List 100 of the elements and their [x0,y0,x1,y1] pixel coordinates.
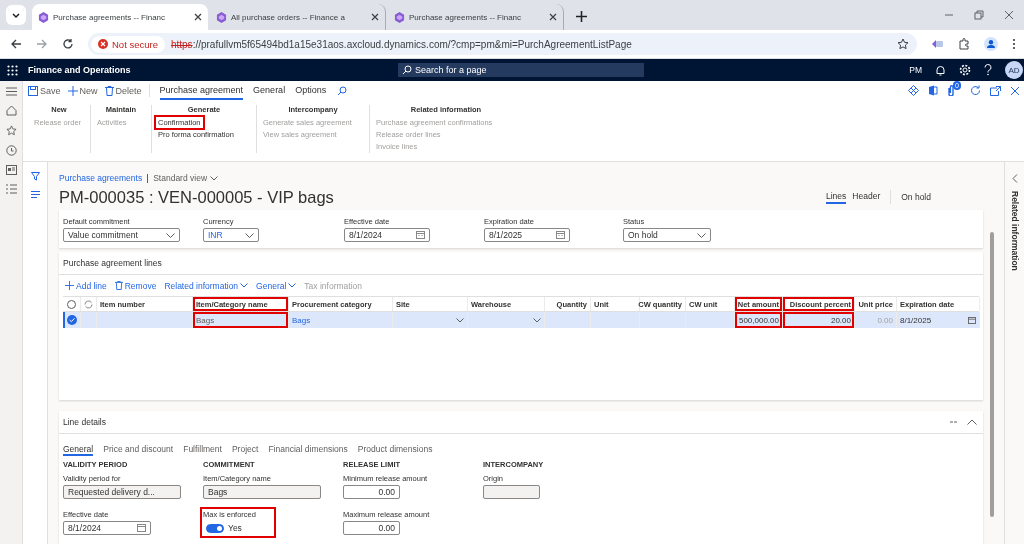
url-text: https://prafullvm5f65494bd1a15e31aos.axcloud.dynamics.com/?cmp=pm&mi=PurchAgreementListPage [170,38,632,50]
settings-icon[interactable] [959,64,971,76]
select-all-checkbox[interactable] [67,299,76,309]
notification-bell-icon[interactable] [935,64,946,76]
ribbon-tab[interactable]: Purchase agreement [159,81,244,100]
view-selector[interactable]: Standard view [153,173,219,183]
profile-icon[interactable] [984,37,998,51]
date-field[interactable]: 8/1/2024 [63,521,151,535]
close-icon[interactable] [371,13,379,21]
view-tab[interactable]: Lines [826,190,847,204]
calendar-icon[interactable] [968,316,976,324]
tab-title: All purchase orders -- Finance a [231,12,346,22]
chevron-down-icon[interactable] [533,317,541,323]
chevron-down-icon [166,232,175,238]
user-avatar[interactable]: AD [1005,61,1023,79]
toolbar-button[interactable]: Related information [164,280,249,291]
ribbon-tab[interactable]: General [253,81,286,100]
page-title: PM-000035 : VEN-000005 - VIP bags [59,187,334,207]
toolbar-button[interactable]: Add line [65,280,107,291]
detail-tab[interactable]: Price and discount [103,443,174,456]
new-tab-icon[interactable] [576,11,587,22]
number-field[interactable]: 0.00 [343,521,400,535]
tab-list-button[interactable] [6,5,26,25]
caret-icon [240,283,249,288]
read-only-field: Requested delivery d... [63,485,181,499]
toggle-switch[interactable] [206,523,224,533]
collapse-icon[interactable] [967,419,977,425]
close-icon[interactable] [549,13,557,21]
detail-tab[interactable]: Product dimensions [357,443,433,456]
side-panel-title[interactable]: Related information [1009,191,1020,271]
toggle-value: Yes [228,523,242,533]
diamond-icon[interactable] [908,85,919,96]
scrollbar-thumb[interactable] [990,232,994,517]
table-row[interactable]: Bags Bags 500,000.00 20.00 0.00 8/1/2025 [63,312,979,328]
lines-icon[interactable] [30,191,40,198]
calendar-icon [137,524,146,532]
app-launcher-icon[interactable] [7,64,18,76]
office-icon[interactable] [928,85,938,96]
detail-tab[interactable]: Project [231,443,259,456]
filter-icon[interactable] [30,172,40,181]
star-icon[interactable] [5,125,17,136]
number-field[interactable]: 0.00 [343,485,400,499]
breadcrumb-link[interactable]: Purchase agreements [59,173,143,183]
toolbar-button[interactable]: Save [28,85,61,96]
date-field[interactable]: 8/1/2024 [344,228,430,242]
toolbar-button[interactable]: Remove [114,280,157,291]
trash-icon [114,281,123,290]
dropdown-field[interactable]: Value commitment [63,228,180,242]
caret-icon [210,175,219,181]
ribbon-tab[interactable]: Options [295,81,327,100]
app-logo-icon [38,11,49,23]
date-field[interactable]: 8/1/2025 [484,228,570,242]
browser-tab[interactable]: Purchase agreements -- Financ [388,4,564,30]
chevron-down-icon [245,232,254,238]
toolbar-button[interactable]: General [256,280,297,291]
app-logo-icon [216,11,227,23]
table-cell: 0.00 [855,312,897,328]
refresh-icon[interactable] [970,85,981,96]
more-icon[interactable] [1012,38,1016,50]
toolbar-button[interactable]: New [67,85,98,96]
workspace-icon[interactable] [5,165,17,175]
restore-icon[interactable] [974,10,984,20]
back-icon[interactable] [10,38,22,50]
detail-tab[interactable]: General [63,443,94,456]
extension-icon[interactable] [931,38,944,50]
menu-icon[interactable] [5,87,17,96]
table-cell: 500,000.00 [735,312,783,328]
close-icon[interactable] [1004,10,1014,20]
detail-tab[interactable]: Fulfillment [183,443,222,456]
dropdown-field[interactable]: INR [203,228,259,242]
reload-icon[interactable] [62,38,74,50]
forward-icon[interactable] [36,38,48,50]
search-icon[interactable] [337,85,348,96]
read-only-field: Bags [203,485,321,499]
close-icon[interactable] [194,13,202,21]
search-field[interactable]: Search for a page [398,63,644,77]
bookmark-star-icon[interactable] [897,38,909,50]
help-icon[interactable] [984,64,992,76]
trash-icon [104,85,114,96]
puzzle-icon[interactable] [958,38,970,50]
security-chip[interactable]: Not secure [91,35,165,53]
view-tab[interactable]: Header [852,190,881,204]
browser-tab[interactable]: All purchase orders -- Finance a [210,4,386,30]
toolbar-button[interactable]: Delete [104,85,142,96]
table-cell: 8/1/2025 [897,312,980,328]
table-cell: 20.00 [783,312,855,328]
detail-tab[interactable]: Financial dimensions [268,443,348,456]
chevron-down-icon[interactable] [456,317,464,323]
chevron-down-icon [697,232,706,238]
section-title: Purchase agreement lines [63,258,162,268]
search-icon [402,65,412,75]
clock-icon[interactable] [5,145,17,156]
open-in-new-window-icon[interactable] [990,85,1001,96]
company-picker[interactable]: PM [909,65,922,75]
browser-tab[interactable]: Purchase agreements -- Financ [32,4,208,30]
dropdown-field[interactable]: On hold [623,228,711,242]
row-checkbox[interactable] [66,315,77,325]
address-field[interactable]: Not secure https://prafullvm5f65494bd1a15e31aos.axcloud.dynamics.com/?cmp=pm&mi=PurchAgreementListPage [88,33,917,55]
caret-icon [11,10,21,20]
close-icon[interactable] [1010,85,1020,96]
